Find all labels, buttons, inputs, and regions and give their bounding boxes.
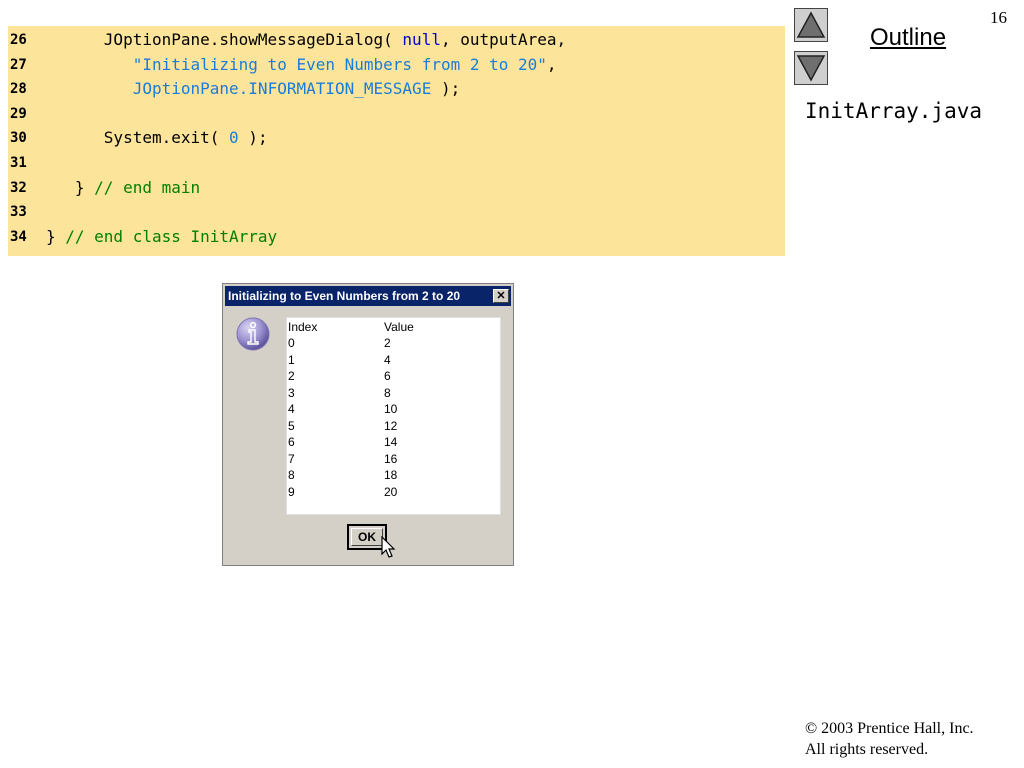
code-text: } // end main <box>46 176 200 200</box>
code-line: 30 System.exit( 0 ); <box>8 126 785 150</box>
table-row: 8 18 <box>288 467 498 483</box>
line-number: 33 <box>10 204 27 221</box>
code-line: 32 } // end main <box>8 176 785 200</box>
value-cell: 4 <box>384 352 391 367</box>
index-cell: 1 <box>288 352 295 367</box>
table-row: 14 <box>288 352 498 368</box>
close-button[interactable]: ✕ <box>493 289 509 303</box>
table-row: 4 10 <box>288 401 498 417</box>
page-number: 16 <box>990 8 1007 27</box>
index-cell: 3 <box>288 385 295 400</box>
line-number: 32 <box>10 179 27 196</box>
code-line: 34} // end class InitArray <box>8 225 785 249</box>
mouse-pointer-icon <box>381 536 396 558</box>
file-name-label: InitArray.java <box>805 99 983 123</box>
code-token: JOptionPane.INFORMATION_MESSAGE <box>132 79 432 99</box>
table-row: 7 16 <box>288 451 498 467</box>
table-row: 6 14 <box>288 434 498 450</box>
code-text: JOptionPane.showMessageDialog( null, out… <box>46 28 566 52</box>
index-cell: 7 <box>288 451 295 466</box>
index-cell: 9 <box>288 484 295 499</box>
code-line: 29 <box>8 102 785 126</box>
code-text: System.exit( 0 ); <box>46 126 268 150</box>
line-number: 30 <box>10 130 27 147</box>
table-row: 9 20 <box>288 484 498 500</box>
index-cell: 0 <box>288 336 295 350</box>
value-cell: 14 <box>384 435 398 449</box>
information-icon <box>236 317 270 351</box>
code-token: } <box>74 177 95 197</box>
index-cell: 5 <box>288 418 295 433</box>
code-token: // end class InitArray <box>65 226 278 246</box>
code-panel: 26 JOptionPane.showMessageDialog( null, … <box>8 26 785 256</box>
line-number: 27 <box>10 56 27 73</box>
triangle-up-icon <box>796 11 826 38</box>
dialog-titlebar[interactable]: Initializing to Even Numbers from 2 to 2… <box>225 286 511 306</box>
value-cell: 16 <box>384 451 398 466</box>
code-line: 26 JOptionPane.showMessageDialog( null, … <box>8 28 785 52</box>
code-token: 0 <box>229 128 239 148</box>
line-number: 26 <box>10 32 27 48</box>
copyright-line-2: All rights reserved. <box>805 741 929 758</box>
output-text-area[interactable]: Index Value 0 2 1 4 2 6 3 8 4 10 5 12 6 14 7 16 8 18 9 20 <box>286 317 501 515</box>
code-token: , outputArea, <box>440 30 567 49</box>
code-token: } <box>46 226 66 246</box>
close-icon: ✕ <box>496 290 506 302</box>
dialog-title: Initializing to Even Numbers from 2 to 2… <box>228 289 461 303</box>
copyright-line-1: © 2003 Prentice Hall, Inc. <box>805 720 974 737</box>
message-dialog: Initializing to Even Numbers from 2 to 2… <box>222 283 514 566</box>
value-cell: 12 <box>384 418 398 433</box>
code-line: 31 <box>8 151 785 175</box>
next-slide-button[interactable] <box>794 51 828 85</box>
triangle-down-icon <box>796 55 826 82</box>
table-row: 38 <box>288 385 498 401</box>
index-cell: 2 <box>288 369 295 383</box>
code-token: , <box>546 54 557 74</box>
copyright-notice: © 2003 Prentice Hall, Inc. All rights re… <box>805 718 974 760</box>
code-token: ); <box>431 79 461 99</box>
code-line: 33 <box>8 200 785 224</box>
table-row: 02 <box>288 335 498 351</box>
code-line: 28 JOptionPane.INFORMATION_MESSAGE ); <box>8 77 785 101</box>
code-token: null <box>402 30 441 49</box>
line-number: 28 <box>10 81 27 98</box>
code-text: } // end class InitArray <box>46 225 277 249</box>
index-cell: 8 <box>288 468 295 482</box>
column-header-value: Value <box>384 320 414 334</box>
value-cell: 6 <box>384 369 391 383</box>
previous-slide-button[interactable] <box>794 8 828 42</box>
value-cell: 10 <box>384 402 398 416</box>
value-cell: 18 <box>384 468 398 482</box>
line-number: 31 <box>10 155 27 171</box>
table-header-row: Index Value <box>288 319 498 335</box>
line-number: 29 <box>10 105 27 122</box>
code-token: // end main <box>94 177 201 197</box>
line-number: 34 <box>10 228 27 245</box>
value-cell: 8 <box>384 385 391 400</box>
code-text: JOptionPane.INFORMATION_MESSAGE ); <box>46 77 461 101</box>
code-line: 27 "Initializing to Even Numbers from 2 … <box>8 53 785 77</box>
value-cell: 20 <box>384 484 398 499</box>
code-token: ); <box>238 128 268 148</box>
value-cell: 2 <box>384 336 391 350</box>
code-token: "Initializing to Even Numbers from 2 to … <box>132 54 547 74</box>
index-cell: 4 <box>288 402 295 416</box>
outline-link[interactable]: Outline <box>870 24 946 52</box>
column-header-index: Index <box>288 320 318 334</box>
ok-button-label: OK <box>351 528 383 546</box>
table-row: 5 12 <box>288 418 498 434</box>
code-token: JOptionPane.showMessageDialog( <box>103 30 403 49</box>
index-cell: 6 <box>288 435 295 449</box>
code-token: System.exit( <box>103 128 230 148</box>
code-text: "Initializing to Even Numbers from 2 to … <box>46 53 557 77</box>
table-row: 26 <box>288 368 498 384</box>
